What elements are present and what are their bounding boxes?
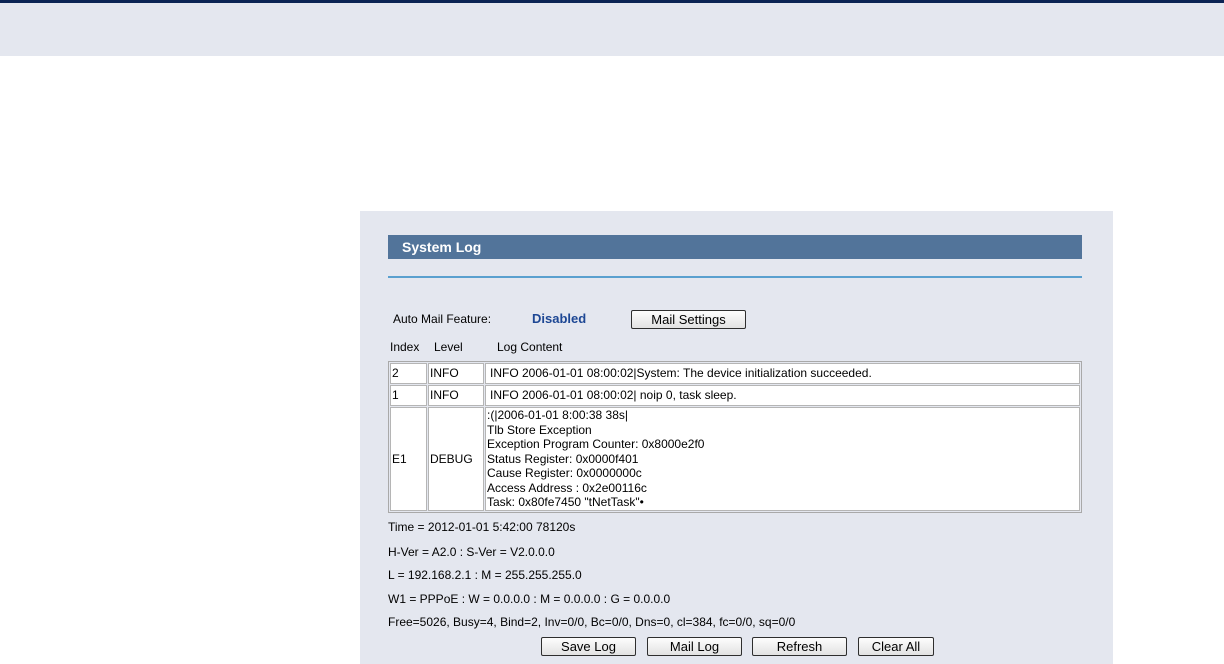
page-title: System Log (388, 235, 1082, 259)
log-line: Task: 0x80fe7450 "tNetTask"• (487, 495, 644, 509)
refresh-button[interactable]: Refresh (752, 637, 847, 656)
status-wan: W1 = PPPoE : W = 0.0.0.0 : M = 0.0.0.0 :… (388, 592, 671, 606)
mail-settings-button[interactable]: Mail Settings (631, 310, 746, 329)
log-index: 2 (390, 363, 427, 384)
status-lan: L = 192.168.2.1 : M = 255.255.255.0 (388, 568, 582, 582)
log-line: INFO 2006-01-01 08:00:02| noip 0, task s… (490, 388, 737, 403)
title-divider (388, 276, 1082, 278)
column-header-level: Level (434, 340, 463, 354)
column-header-content: Log Content (497, 340, 563, 354)
log-level: INFO (428, 385, 484, 406)
table-row: 2 INFO INFO 2006-01-01 08:00:02|System: … (390, 363, 1080, 384)
status-free: Free=5026, Busy=4, Bind=2, Inv=0/0, Bc=0… (388, 615, 796, 629)
log-line: Tlb Store Exception (487, 422, 592, 437)
header-band (0, 3, 1224, 56)
log-line: Exception Program Counter: 0x8000e2f0 (487, 437, 705, 451)
auto-mail-status: Disabled (532, 311, 587, 326)
log-level: INFO (428, 363, 484, 384)
status-version: H-Ver = A2.0 : S-Ver = V2.0.0.0 (388, 545, 555, 559)
log-content: :(|2006-01-01 8:00:38 38s| Tlb Store Exc… (485, 407, 1080, 511)
log-line: Access Address : 0x2e00116c (487, 480, 647, 495)
mail-log-button[interactable]: Mail Log (647, 637, 742, 656)
log-line: Status Register: 0x0000f401 (487, 451, 639, 466)
clear-all-button[interactable]: Clear All (858, 637, 934, 656)
save-log-button[interactable]: Save Log (541, 637, 636, 656)
log-line: INFO 2006-01-01 08:00:02|System: The dev… (490, 366, 872, 381)
log-index: 1 (390, 385, 427, 406)
log-level: DEBUG (428, 407, 484, 511)
auto-mail-label: Auto Mail Feature: (393, 312, 492, 326)
log-line: :(|2006-01-01 8:00:38 38s| (487, 408, 628, 422)
status-time: Time = 2012-01-01 5:42:00 78120s (388, 520, 576, 534)
table-row: 1 INFO INFO 2006-01-01 08:00:02| noip 0,… (390, 385, 1080, 406)
log-content: INFO 2006-01-01 08:00:02| noip 0, task s… (485, 385, 1080, 406)
log-index: E1 (390, 407, 427, 511)
log-table: 2 INFO INFO 2006-01-01 08:00:02|System: … (388, 361, 1082, 513)
log-line: Cause Register: 0x0000000c (487, 466, 642, 480)
log-content: INFO 2006-01-01 08:00:02|System: The dev… (485, 363, 1080, 384)
system-log-panel: System Log Auto Mail Feature: Disabled M… (360, 211, 1113, 664)
column-header-index: Index (390, 340, 420, 354)
table-row: E1 DEBUG :(|2006-01-01 8:00:38 38s| Tlb … (390, 407, 1080, 511)
